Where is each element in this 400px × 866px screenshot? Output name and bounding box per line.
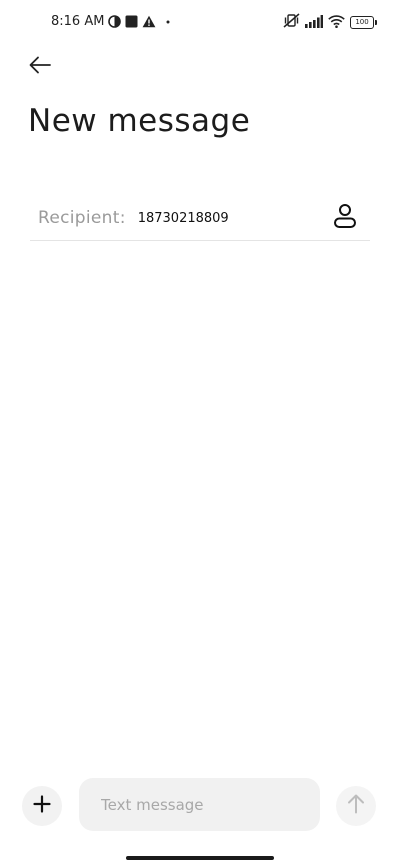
attach-button[interactable] xyxy=(22,786,62,826)
square-icon xyxy=(125,15,138,28)
message-field[interactable] xyxy=(79,778,320,831)
vibrate-off-icon xyxy=(283,13,300,32)
arrow-left-icon xyxy=(28,55,52,79)
person-icon xyxy=(333,203,357,233)
status-bar: 8:16 AM 100 xyxy=(0,0,400,44)
recipient-row: Recipient: xyxy=(30,196,370,241)
battery-icon: 100 xyxy=(350,16,377,29)
status-bar-left: 8:16 AM xyxy=(51,14,170,29)
page-title: New message xyxy=(28,103,251,139)
status-bar-right: 100 xyxy=(283,13,377,32)
status-time: 8:16 AM xyxy=(51,14,105,29)
wifi-icon xyxy=(328,13,345,32)
recipient-input[interactable] xyxy=(137,210,308,226)
home-indicator[interactable] xyxy=(126,856,274,860)
recipient-label: Recipient: xyxy=(38,208,126,228)
dot-icon xyxy=(166,20,170,24)
plus-icon xyxy=(33,795,51,817)
contact-picker-button[interactable] xyxy=(332,203,358,233)
back-button[interactable] xyxy=(24,52,56,82)
warning-icon xyxy=(142,15,156,28)
message-input[interactable] xyxy=(101,795,301,814)
pie-chart-icon xyxy=(108,15,122,28)
composer-bar xyxy=(0,776,400,836)
signal-icon xyxy=(305,13,323,32)
arrow-up-icon xyxy=(347,794,365,818)
send-button[interactable] xyxy=(336,786,376,826)
